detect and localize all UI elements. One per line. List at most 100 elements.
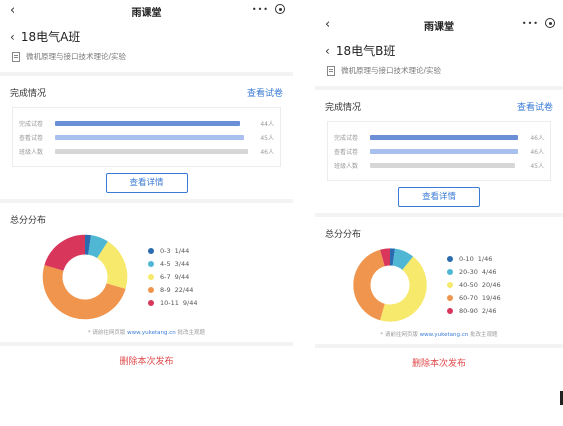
legend-dot <box>148 274 154 280</box>
legend-item: 4-53/44 <box>148 258 198 271</box>
chart-legend: 0-10 1/46 20-30 4/46 40-5020/46 60-70 19/46… <box>447 253 501 318</box>
back-arrow-icon[interactable]: ‹ <box>325 17 330 32</box>
stat-value: 46人 <box>518 147 544 156</box>
legend-dot <box>447 295 453 301</box>
course-name: 微机原理与接口技术理论/实验 <box>341 65 441 76</box>
more-icon[interactable]: ••• <box>252 5 269 14</box>
legend-item: 8-9 22/44 <box>148 284 198 297</box>
legend-range: 80-90 <box>459 307 478 315</box>
capsule-menu[interactable]: ••• <box>522 18 555 28</box>
legend-range: 0-3 <box>160 247 171 255</box>
course-row: 微机原理与接口技术理论/实验 <box>0 47 293 72</box>
stat-row: 完成试卷 44人 <box>19 116 274 130</box>
donut-chart <box>351 246 429 324</box>
title-bar: ‹ 雨课堂 ••• <box>315 14 563 36</box>
stat-value: 45人 <box>248 133 274 142</box>
note-suffix: 批改主观题 <box>470 332 498 338</box>
legend-range: 20-30 <box>459 268 478 276</box>
stat-bar <box>370 163 515 168</box>
app-title: 雨课堂 <box>424 18 454 33</box>
donut-slice-2 <box>103 250 118 286</box>
stat-value: 44人 <box>248 119 274 128</box>
stat-label: 班级人数 <box>334 161 370 170</box>
legend-count: 4/46 <box>482 268 497 276</box>
legend-dot <box>447 308 453 314</box>
legend-range: 10-11 <box>160 299 179 307</box>
view-details-button[interactable]: 查看详情 <box>398 187 480 207</box>
stat-bar <box>55 149 248 154</box>
legend-item: 0-10 1/46 <box>447 253 501 266</box>
delete-publish-button[interactable]: 删除本次发布 <box>0 346 293 375</box>
class-header[interactable]: ‹ 18电气A班 <box>0 22 293 47</box>
title-bar: ‹ 雨课堂 ••• <box>0 0 293 22</box>
donut-slice-3 <box>362 258 383 312</box>
legend-range: 0-10 <box>459 255 474 263</box>
legend-count: 22/44 <box>175 286 194 294</box>
course-row: 微机原理与接口技术理论/实验 <box>315 61 563 86</box>
back-arrow-icon[interactable]: ‹ <box>10 3 15 18</box>
class-header[interactable]: ‹ 18电气B班 <box>315 36 563 61</box>
donut-slice-3 <box>53 268 116 310</box>
legend-dot <box>148 248 154 254</box>
stat-row: 班级人数 45人 <box>334 158 544 172</box>
view-paper-link[interactable]: 查看试卷 <box>247 86 283 99</box>
legend-item: 60-70 19/46 <box>447 292 501 305</box>
stat-value: 46人 <box>518 133 544 142</box>
close-target-icon[interactable] <box>275 4 285 14</box>
legend-count: 9/44 <box>183 299 198 307</box>
stat-label: 完成试卷 <box>334 133 370 142</box>
panel-class-a: ‹ 雨课堂 ••• ‹ 18电气A班 微机原理与接口技术理论/实验 完成情况 查… <box>0 0 293 412</box>
delete-publish-button[interactable]: 删除本次发布 <box>315 348 563 377</box>
legend-range: 6-7 <box>160 273 171 281</box>
legend-item: 40-5020/46 <box>447 279 501 292</box>
distribution-title: 总分分布 <box>10 213 46 226</box>
document-icon <box>327 66 335 76</box>
chevron-left-icon[interactable]: ‹ <box>325 44 330 58</box>
stat-bar <box>370 135 518 140</box>
legend-range: 60-70 <box>459 294 478 302</box>
chevron-left-icon[interactable]: ‹ <box>10 30 15 44</box>
donut-slice-2 <box>382 263 418 313</box>
legend-count: 3/44 <box>175 260 190 268</box>
note-url-link[interactable]: www.yuketang.cn <box>420 332 469 338</box>
donut-slice-4 <box>54 245 85 268</box>
note-prefix: * 请前往网页版 <box>88 330 126 336</box>
capsule-menu[interactable]: ••• <box>252 4 285 14</box>
course-name: 微机原理与接口技术理论/实验 <box>26 51 126 62</box>
score-distribution: 0-10 1/46 20-30 4/46 40-5020/46 60-70 19/46… <box>315 240 563 326</box>
legend-item: 80-90 2/46 <box>447 305 501 318</box>
legend-count: 9/44 <box>175 273 190 281</box>
legend-range: 40-50 <box>459 281 478 289</box>
chart-legend: 0-31/44 4-53/44 6-7 9/44 8-9 22/44 10-11 9/… <box>148 245 198 310</box>
stat-row: 班级人数 46人 <box>19 144 274 158</box>
completion-header: 完成情况 查看试卷 <box>0 76 293 105</box>
legend-count: 1/46 <box>478 255 493 263</box>
legend-item: 20-30 4/46 <box>447 266 501 279</box>
stat-bar <box>55 135 244 140</box>
stat-label: 完成试卷 <box>19 119 55 128</box>
score-distribution: 0-31/44 4-53/44 6-7 9/44 8-9 22/44 10-11 9/… <box>0 226 293 324</box>
view-paper-link[interactable]: 查看试卷 <box>517 100 553 113</box>
document-icon <box>12 52 20 62</box>
legend-dot <box>148 300 154 306</box>
legend-range: 8-9 <box>160 286 171 294</box>
view-details-button[interactable]: 查看详情 <box>106 173 188 193</box>
completion-header: 完成情况 查看试卷 <box>315 90 563 119</box>
legend-item: 0-31/44 <box>148 245 198 258</box>
legend-dot <box>148 261 154 267</box>
note-url-link[interactable]: www.yuketang.cn <box>127 330 176 336</box>
more-icon[interactable]: ••• <box>522 19 539 28</box>
legend-dot <box>447 256 453 262</box>
close-target-icon[interactable] <box>545 18 555 28</box>
completion-title: 完成情况 <box>10 86 46 99</box>
class-name: 18电气A班 <box>21 28 80 45</box>
stat-label: 查看试卷 <box>19 133 55 142</box>
donut-slice-1 <box>90 245 103 250</box>
stat-row: 查看试卷 45人 <box>19 130 274 144</box>
legend-count: 2/46 <box>482 307 497 315</box>
stat-bar <box>55 121 240 126</box>
completion-title: 完成情况 <box>325 100 361 113</box>
legend-count: 19/46 <box>482 294 501 302</box>
panel-class-b: ‹ 雨课堂 ••• ‹ 18电气B班 微机原理与接口技术理论/实验 完成情况 查… <box>315 14 563 426</box>
class-name: 18电气B班 <box>336 42 396 59</box>
